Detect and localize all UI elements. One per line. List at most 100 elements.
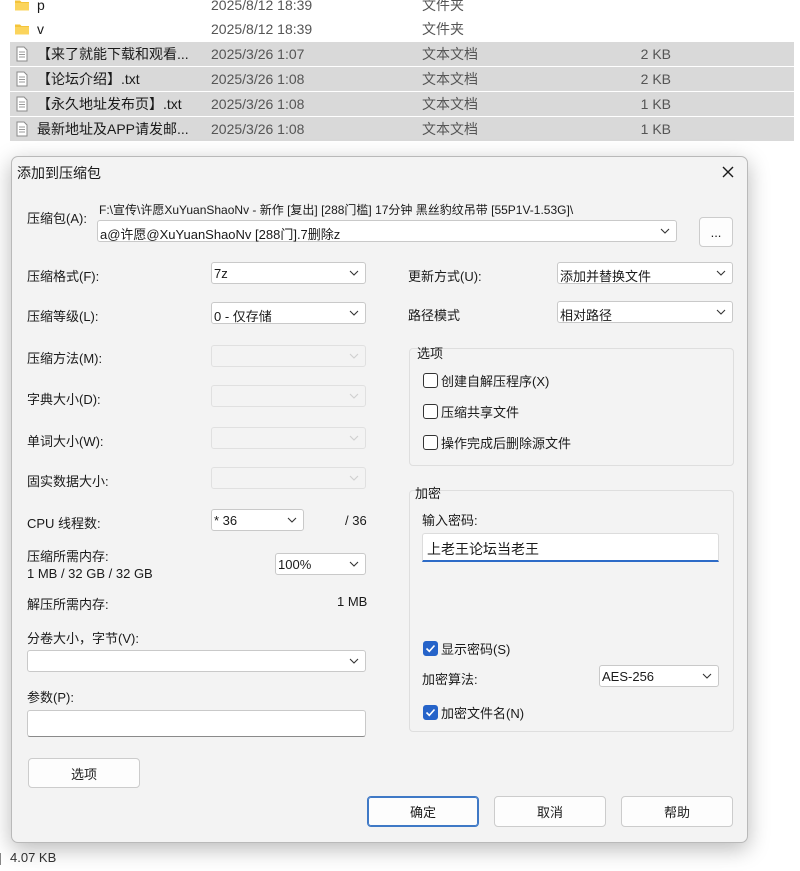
shared-checkbox[interactable]	[423, 404, 438, 419]
word-label: 单词大小(W):	[27, 434, 104, 449]
delete-checkbox-row[interactable]: 操作完成后删除源文件	[423, 433, 571, 452]
file-size: 2 KB	[640, 46, 671, 62]
chevron-down-icon	[702, 673, 712, 679]
file-type: 文本文档	[422, 46, 478, 62]
chevron-down-icon	[349, 310, 359, 316]
update-label: 更新方式(U):	[408, 269, 482, 284]
cpu-total: / 36	[345, 513, 367, 528]
help-button[interactable]: 帮助	[621, 796, 733, 827]
archive-name-combo[interactable]: a@许愿@XuYuanShaoNv [288门].7删除z	[97, 220, 677, 242]
ok-button[interactable]: 确定	[367, 796, 479, 827]
level-select[interactable]: 0 - 仅存储	[211, 302, 366, 324]
params-input[interactable]	[27, 710, 366, 737]
encryption-group-title: 加密	[415, 486, 442, 501]
path-mode-select[interactable]: 相对路径	[557, 301, 733, 323]
format-value: 7z	[214, 266, 228, 281]
file-type: 文本文档	[422, 96, 478, 112]
password-input[interactable]: 上老王论坛当老王	[422, 533, 719, 562]
solid-label: 固实数据大小:	[27, 474, 109, 489]
password-label: 输入密码:	[422, 513, 478, 528]
encrypt-names-row[interactable]: 加密文件名(N)	[423, 703, 524, 722]
show-password-label: 显示密码(S)	[441, 642, 511, 657]
file-row-selected[interactable]: 最新地址及APP请发邮... 2025/3/26 1:08 文本文档 1 KB	[10, 117, 794, 141]
file-row-selected[interactable]: 【来了就能下载和观看... 2025/3/26 1:07 文本文档 2 KB	[10, 42, 794, 66]
volume-combo[interactable]	[27, 650, 366, 672]
dict-select	[211, 385, 366, 407]
options-button[interactable]: 选项	[28, 758, 140, 788]
mem-comp-value: 1 MB / 32 GB / 32 GB	[27, 566, 153, 581]
mem-percent-select[interactable]: 100%	[275, 553, 366, 575]
mem-percent-value: 100%	[278, 557, 312, 572]
file-row-v[interactable]: v 2025/8/12 18:39 文件夹	[10, 17, 794, 41]
file-size: 1 KB	[640, 121, 671, 137]
delete-checkbox[interactable]	[423, 435, 438, 450]
cpu-value: * 36	[214, 513, 238, 528]
path-mode-label: 路径模式	[408, 308, 461, 323]
chevron-down-icon	[349, 561, 359, 567]
chevron-down-icon	[287, 517, 297, 523]
file-type: 文件夹	[422, 0, 464, 13]
file-date: 2025/3/26 1:07	[211, 46, 305, 62]
chevron-down-icon	[716, 309, 726, 315]
text-file-icon	[16, 121, 28, 137]
method-label: 压缩方法(M):	[27, 351, 103, 366]
file-row-selected[interactable]: 【论坛介绍】.txt 2025/3/26 1:08 文本文档 2 KB	[10, 67, 794, 91]
file-date: 2025/8/12 18:39	[211, 0, 313, 13]
sfx-label: 创建自解压程序(X)	[441, 374, 550, 389]
cancel-button[interactable]: 取消	[494, 796, 606, 827]
text-file-icon	[16, 71, 28, 87]
folder-icon	[15, 24, 29, 35]
mem-decomp-value: 1 MB	[337, 594, 368, 609]
cpu-label: CPU 线程数:	[27, 516, 101, 531]
path-mode-value: 相对路径	[560, 308, 613, 323]
format-select[interactable]: 7z	[211, 262, 366, 284]
chevron-down-icon	[349, 658, 359, 664]
file-name: 最新地址及APP请发邮...	[37, 121, 189, 137]
delete-label: 操作完成后删除源文件	[441, 436, 572, 451]
chevron-down-icon	[660, 228, 670, 234]
folder-icon	[15, 0, 29, 11]
shared-checkbox-row[interactable]: 压缩共享文件	[423, 402, 519, 421]
file-name: 【论坛介绍】.txt	[37, 71, 140, 87]
chevron-down-icon	[349, 475, 359, 481]
archive-label: 压缩包(A):	[27, 211, 87, 226]
sfx-checkbox[interactable]	[423, 373, 438, 388]
file-type: 文件夹	[422, 21, 464, 37]
encrypt-names-checkbox[interactable]	[423, 705, 438, 720]
word-select	[211, 427, 366, 449]
update-select[interactable]: 添加并替换文件	[557, 262, 733, 284]
status-bar: 4.07 KB	[0, 850, 56, 865]
algo-select[interactable]: AES-256	[599, 665, 719, 687]
file-size: 2 KB	[640, 71, 671, 87]
check-icon	[425, 708, 436, 717]
archive-name-value: a@许愿@XuYuanShaoNv [288门].7删除z	[100, 227, 341, 242]
file-type: 文本文档	[422, 121, 478, 137]
show-password-checkbox[interactable]	[423, 641, 438, 656]
file-name: v	[37, 21, 44, 37]
text-file-icon	[16, 46, 28, 62]
file-type: 文本文档	[422, 71, 478, 87]
show-password-row[interactable]: 显示密码(S)	[423, 639, 510, 658]
password-value: 上老王论坛当老王	[427, 541, 539, 557]
file-name: p	[37, 0, 45, 13]
archive-path: F:\宣传\许愿XuYuanShaoNv - 新作 [复出] [288门槛] 1…	[99, 203, 574, 217]
check-icon	[425, 644, 436, 653]
file-row-selected[interactable]: 【永久地址发布页】.txt 2025/3/26 1:08 文本文档 1 KB	[10, 92, 794, 116]
cpu-select[interactable]: * 36	[211, 509, 304, 531]
file-name: 【永久地址发布页】.txt	[37, 96, 182, 112]
level-label: 压缩等级(L):	[27, 309, 99, 324]
format-label: 压缩格式(F):	[27, 269, 100, 284]
sfx-checkbox-row[interactable]: 创建自解压程序(X)	[423, 371, 549, 390]
close-icon[interactable]	[715, 159, 741, 185]
text-file-icon	[16, 96, 28, 112]
browse-button[interactable]: ...	[699, 217, 733, 247]
status-separator	[0, 852, 1, 865]
chevron-down-icon	[349, 393, 359, 399]
file-row-p[interactable]: p 2025/8/12 18:39 文件夹	[10, 0, 794, 17]
file-name: 【来了就能下载和观看...	[37, 46, 189, 62]
add-to-archive-dialog: 添加到压缩包 压缩包(A): F:\宣传\许愿XuYuanShaoNv - 新作…	[11, 156, 748, 843]
chevron-down-icon	[349, 270, 359, 276]
algo-label: 加密算法:	[422, 672, 478, 687]
mem-comp-label: 压缩所需内存:	[27, 549, 109, 564]
chevron-down-icon	[716, 270, 726, 276]
